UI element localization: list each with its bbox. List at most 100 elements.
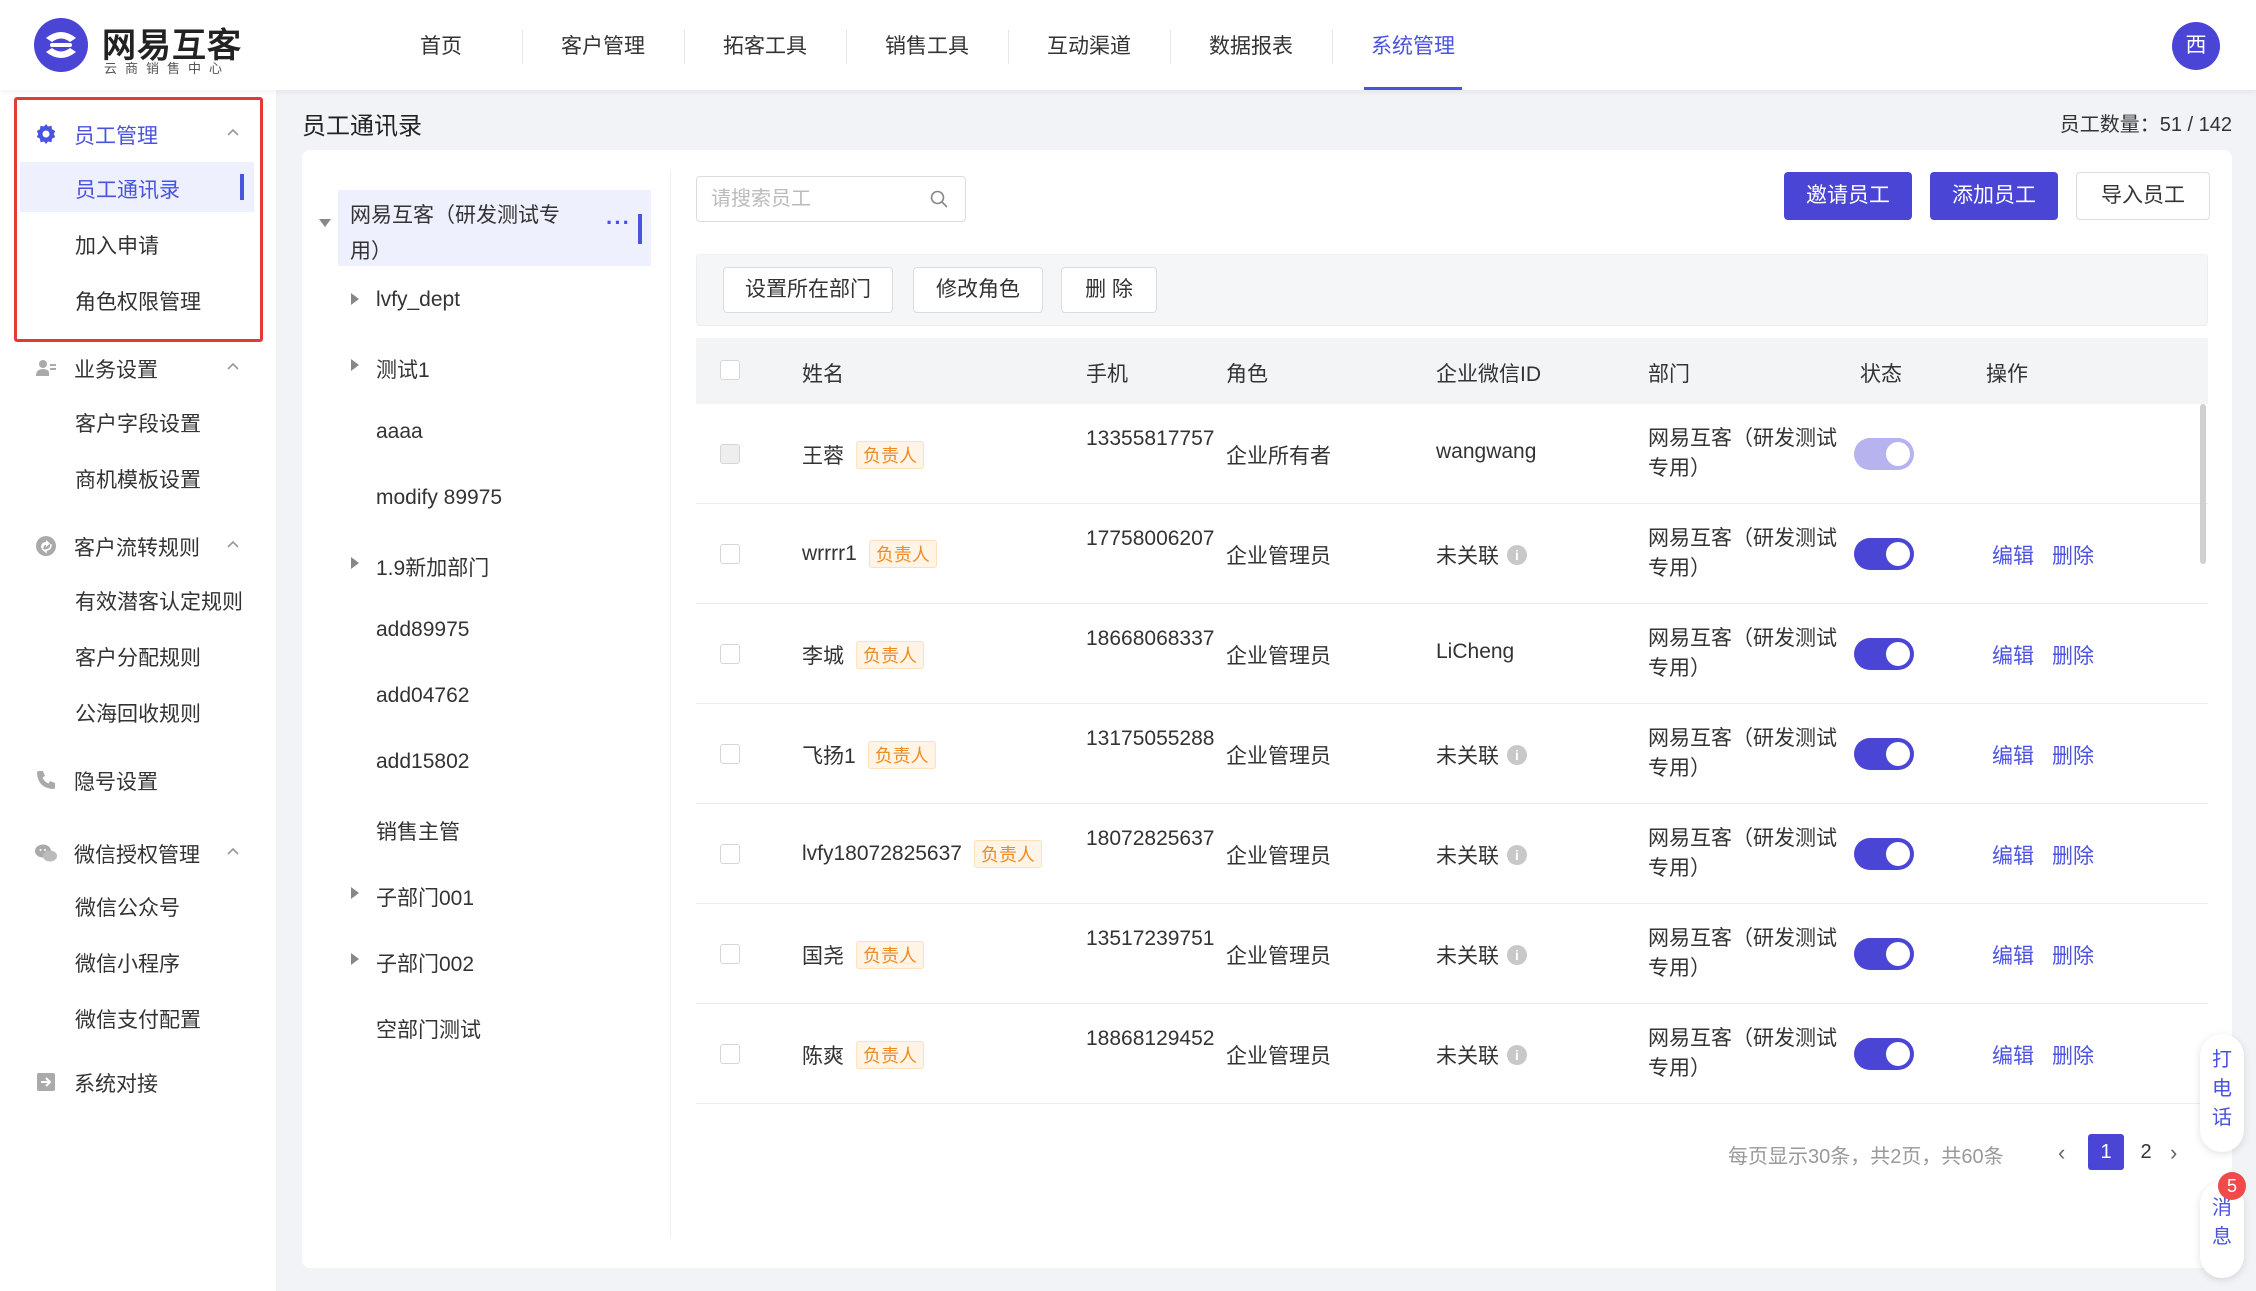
table-scrollbar[interactable]	[2200, 404, 2206, 564]
chevron-right-icon[interactable]: ›	[2170, 1140, 2177, 1166]
invite-employee-button[interactable]: 邀请员工	[1784, 172, 1912, 220]
sidebar-group-wechat-auth[interactable]: 微信授权管理	[0, 825, 276, 881]
status-toggle[interactable]	[1854, 838, 1914, 870]
brand-logo[interactable]: 网易互客 云商销售中心	[32, 16, 272, 76]
select-all-checkbox[interactable]	[720, 360, 740, 380]
sidebar-item-wechat-official[interactable]: 微信公众号	[20, 880, 254, 930]
employee-department: 网易互客（研发测试专用）	[1648, 727, 1837, 780]
row-checkbox[interactable]	[720, 944, 740, 964]
tree-node[interactable]: 销售主管	[350, 810, 650, 850]
edit-link[interactable]: 编辑	[1992, 1040, 2034, 1070]
delete-link[interactable]: 删除	[2052, 1040, 2094, 1070]
nav-reports[interactable]: 数据报表	[1170, 0, 1332, 90]
leader-tag: 负责人	[856, 941, 924, 969]
employee-role: 企业管理员	[1226, 545, 1331, 568]
tree-node-label: 1.9新加部门	[376, 557, 490, 580]
wechat-id: 未关联	[1436, 545, 1499, 568]
caret-right-icon[interactable]	[350, 556, 360, 570]
chevron-left-icon[interactable]: ‹	[2058, 1140, 2065, 1166]
sidebar-item-pool-recycle-rules[interactable]: 公海回收规则	[20, 686, 254, 736]
info-icon[interactable]: i	[1507, 1045, 1527, 1065]
batch-delete-button[interactable]: 删 除	[1061, 267, 1157, 313]
sidebar-group-business[interactable]: 业务设置	[0, 340, 276, 396]
import-employee-button[interactable]: 导入员工	[2076, 172, 2210, 220]
row-checkbox[interactable]	[720, 544, 740, 564]
delete-link[interactable]: 删除	[2052, 540, 2094, 570]
sidebar-item-assignment-rules[interactable]: 客户分配规则	[20, 630, 254, 680]
tree-node[interactable]: 测试1	[350, 348, 650, 388]
sidebar-group-hidden-number[interactable]: 隐号设置	[0, 752, 276, 808]
add-employee-button[interactable]: 添加员工	[1930, 172, 2058, 220]
status-toggle[interactable]	[1854, 738, 1914, 770]
header-actions: 操作	[1986, 363, 2028, 386]
search-icon[interactable]	[929, 189, 949, 209]
sidebar-item-wechat-pay[interactable]: 微信支付配置	[20, 992, 254, 1042]
page-2-button[interactable]: 2	[2128, 1134, 2164, 1170]
status-toggle[interactable]	[1854, 1038, 1914, 1070]
tree-node[interactable]: modify 89975	[350, 480, 650, 520]
table-header: 姓名 手机 角色 企业微信ID 部门 状态 操作	[696, 338, 2208, 404]
user-avatar[interactable]: 西	[2172, 22, 2220, 70]
sidebar-item-valid-lead-rules[interactable]: 有效潜客认定规则	[20, 574, 254, 624]
call-float-button[interactable]: 打电话	[2200, 1034, 2244, 1152]
tree-node[interactable]: add04762	[350, 678, 650, 718]
tree-node[interactable]: aaaa	[350, 414, 650, 454]
sidebar-group-flow-rules[interactable]: 客户流转规则	[0, 518, 276, 574]
caret-right-icon[interactable]	[350, 952, 360, 966]
delete-link[interactable]: 删除	[2052, 640, 2094, 670]
tree-node[interactable]: lvfy_dept	[350, 282, 650, 322]
sidebar-item-customer-fields[interactable]: 客户字段设置	[20, 396, 254, 446]
nav-system[interactable]: 系统管理	[1332, 0, 1494, 90]
caret-right-icon[interactable]	[350, 886, 360, 900]
info-icon[interactable]: i	[1507, 945, 1527, 965]
nav-prospecting[interactable]: 拓客工具	[684, 0, 846, 90]
status-toggle[interactable]	[1854, 638, 1914, 670]
change-role-button[interactable]: 修改角色	[913, 267, 1043, 313]
page-1-button[interactable]: 1	[2088, 1134, 2124, 1170]
row-checkbox[interactable]	[720, 744, 740, 764]
status-toggle[interactable]	[1854, 938, 1914, 970]
info-icon[interactable]: i	[1507, 545, 1527, 565]
tree-root-node[interactable]: 网易互客（研发测试专用） ···	[319, 190, 651, 266]
nav-sales-tools[interactable]: 销售工具	[846, 0, 1008, 90]
chevron-up-icon	[227, 362, 239, 370]
user-settings-icon	[36, 360, 56, 376]
nav-home[interactable]: 首页	[360, 0, 522, 90]
status-toggle[interactable]	[1854, 538, 1914, 570]
delete-link[interactable]: 删除	[2052, 740, 2094, 770]
tree-node[interactable]: 子部门002	[350, 942, 650, 982]
tree-node[interactable]: add89975	[350, 612, 650, 652]
sidebar-item-wechat-miniprogram[interactable]: 微信小程序	[20, 936, 254, 986]
info-icon[interactable]: i	[1507, 845, 1527, 865]
info-icon[interactable]: i	[1507, 745, 1527, 765]
flow-icon	[36, 536, 56, 556]
edit-link[interactable]: 编辑	[1992, 540, 2034, 570]
row-checkbox[interactable]	[720, 844, 740, 864]
edit-link[interactable]: 编辑	[1992, 940, 2034, 970]
more-icon[interactable]: ···	[606, 210, 631, 236]
row-checkbox[interactable]	[720, 1044, 740, 1064]
top-nav: 首页 客户管理 拓客工具 销售工具 互动渠道 数据报表 系统管理	[360, 0, 1494, 90]
delete-link[interactable]: 删除	[2052, 840, 2094, 870]
tree-node[interactable]: 空部门测试	[350, 1008, 650, 1048]
set-department-button[interactable]: 设置所在部门	[723, 267, 893, 313]
sidebar-group-integration[interactable]: 系统对接	[0, 1054, 276, 1110]
nav-customers[interactable]: 客户管理	[522, 0, 684, 90]
caret-right-icon[interactable]	[350, 292, 360, 306]
row-checkbox[interactable]	[720, 644, 740, 664]
delete-link[interactable]: 删除	[2052, 940, 2094, 970]
employee-department: 网易互客（研发测试专用）	[1648, 527, 1837, 580]
tree-node[interactable]: add15802	[350, 744, 650, 784]
edit-link[interactable]: 编辑	[1992, 840, 2034, 870]
sidebar-item-opportunity-template[interactable]: 商机模板设置	[20, 452, 254, 502]
nav-channels[interactable]: 互动渠道	[1008, 0, 1170, 90]
edit-link[interactable]: 编辑	[1992, 640, 2034, 670]
edit-link[interactable]: 编辑	[1992, 740, 2034, 770]
employee-search[interactable]	[696, 176, 966, 222]
employee-name-cell: 李城 负责人	[802, 640, 924, 670]
status-toggle	[1854, 438, 1914, 470]
search-input[interactable]	[711, 185, 921, 213]
caret-right-icon[interactable]	[350, 358, 360, 372]
tree-node[interactable]: 1.9新加部门	[350, 546, 650, 586]
tree-node[interactable]: 子部门001	[350, 876, 650, 916]
